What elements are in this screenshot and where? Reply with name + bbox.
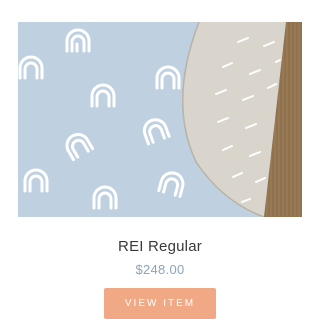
product-title[interactable]: REI Regular <box>0 238 320 255</box>
product-card: REI Regular $248.00 VIEW ITEM <box>0 0 320 319</box>
product-image[interactable] <box>18 22 302 217</box>
view-item-button[interactable]: VIEW ITEM <box>104 288 216 319</box>
product-price: $248.00 <box>135 262 185 277</box>
play-mat-illustration <box>18 22 302 217</box>
